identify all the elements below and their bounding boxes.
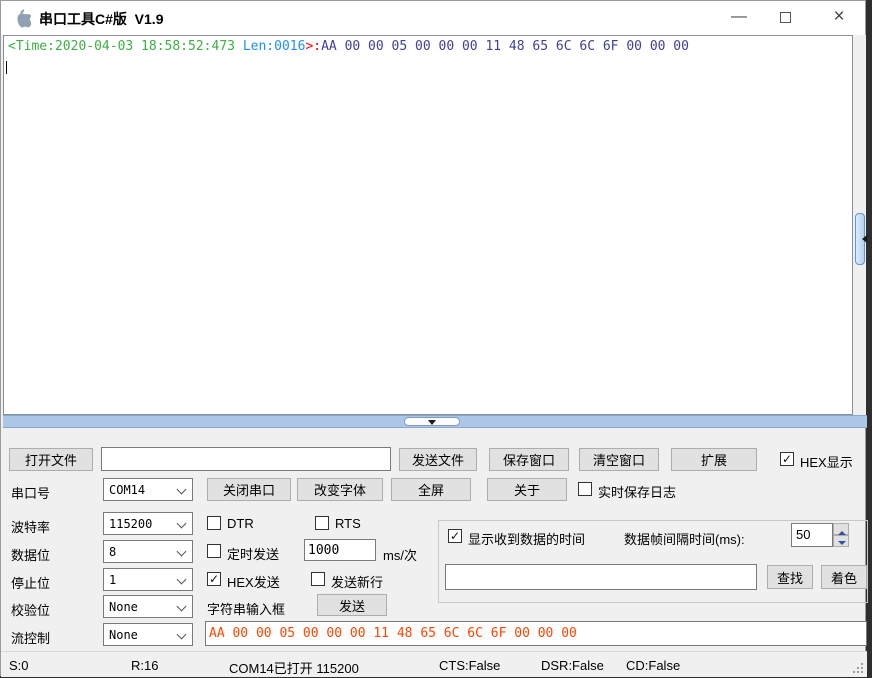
port-open-status: COM14已打开 115200: [229, 658, 359, 677]
about-button[interactable]: 关于: [487, 478, 567, 501]
spinner-down-button[interactable]: [833, 535, 849, 547]
chevron-down-icon: [177, 485, 187, 495]
baud-value: 115200: [109, 517, 152, 531]
rts-label: RTS: [335, 516, 361, 531]
find-button[interactable]: 查找: [767, 565, 813, 589]
close-icon: ×: [833, 6, 844, 28]
cts-status: CTS:False: [439, 658, 500, 673]
flow-label: 流控制: [11, 628, 50, 647]
flow-select[interactable]: None: [103, 623, 193, 646]
rts-checkbox[interactable]: [315, 516, 329, 530]
sent-count-status: S:0: [9, 658, 29, 673]
hex-display-checkbox[interactable]: ✓: [780, 452, 794, 466]
frame-interval-label: 数据帧间隔时间(ms):: [624, 529, 745, 548]
interval-unit-label: ms/次: [383, 545, 417, 564]
parity-value: None: [109, 600, 138, 614]
file-path-input[interactable]: [101, 447, 391, 471]
chevron-down-icon: [177, 547, 187, 557]
frame-interval-spinner: 50: [791, 523, 849, 547]
screenshot-stage: 串口工具C#版 V1.9 — × <Time:2020-04-03 18:58:…: [0, 0, 872, 678]
log-length: Len:0016: [243, 39, 306, 54]
send-newline-label: 发送新行: [331, 572, 383, 591]
send-button[interactable]: 发送: [317, 594, 387, 616]
log-timestamp: <Time:2020-04-03 18:58:52:473: [8, 39, 243, 54]
baud-select[interactable]: 115200: [103, 512, 193, 535]
flow-value: None: [109, 628, 138, 642]
spinner-up-button[interactable]: [833, 523, 849, 535]
port-label: 串口号: [11, 483, 50, 502]
maximize-button[interactable]: [763, 1, 807, 33]
fullscreen-button[interactable]: 全屏: [391, 478, 471, 501]
maximize-icon: [780, 12, 791, 23]
triangle-left-icon: [858, 235, 867, 243]
text-caret: [6, 61, 7, 74]
minimize-icon: —: [731, 8, 747, 26]
databits-label: 数据位: [11, 545, 50, 564]
hex-send-label: HEX发送: [227, 572, 280, 591]
send-file-button[interactable]: 发送文件: [399, 448, 477, 471]
receive-log[interactable]: <Time:2020-04-03 18:58:52:473 Len:0016>:…: [3, 35, 853, 415]
show-time-label: 显示收到数据的时间: [468, 529, 585, 548]
dsr-status: DSR:False: [541, 658, 604, 673]
chevron-down-icon: [177, 519, 187, 529]
stopbits-select[interactable]: 1: [103, 568, 193, 591]
chevron-down-icon: [177, 602, 187, 612]
search-input[interactable]: [445, 564, 757, 590]
chevron-down-icon: [177, 575, 187, 585]
title-bar: 串口工具C#版 V1.9 — ×: [1, 1, 865, 35]
clear-window-button[interactable]: 清空窗口: [579, 448, 659, 471]
port-value: COM14: [109, 483, 145, 497]
right-splitter[interactable]: [854, 35, 866, 415]
triangle-down-icon: [838, 541, 846, 549]
databits-value: 8: [109, 545, 116, 559]
parity-label: 校验位: [11, 600, 50, 619]
stopbits-value: 1: [109, 573, 116, 587]
open-file-button[interactable]: 打开文件: [9, 448, 93, 471]
change-font-button[interactable]: 改变字体: [297, 478, 383, 501]
hex-send-checkbox[interactable]: ✓: [207, 572, 221, 586]
parity-select[interactable]: None: [103, 595, 193, 618]
close-button[interactable]: ×: [817, 1, 861, 33]
minimize-button[interactable]: —: [717, 1, 761, 33]
databits-select[interactable]: 8: [103, 540, 193, 563]
interval-input[interactable]: [304, 539, 376, 561]
string-input-label: 字符串输入框: [207, 599, 285, 618]
log-separator: >:: [305, 39, 321, 54]
collapse-bottom-panel-button[interactable]: [404, 417, 460, 426]
chevron-down-icon: [177, 630, 187, 640]
triangle-up-icon: [838, 527, 846, 535]
send-newline-checkbox[interactable]: [311, 572, 325, 586]
dtr-label: DTR: [227, 516, 254, 531]
dtr-checkbox[interactable]: [207, 516, 221, 530]
log-hex-data: AA 00 00 05 00 00 00 11 48 65 6C 6C 6F 0…: [321, 39, 689, 54]
stopbits-label: 停止位: [11, 573, 50, 592]
baud-label: 波特率: [11, 517, 50, 536]
port-select[interactable]: COM14: [103, 478, 193, 501]
timed-send-checkbox[interactable]: [207, 544, 221, 558]
close-port-button[interactable]: 关闭串口: [207, 478, 291, 501]
collapse-right-panel-button[interactable]: [855, 213, 865, 265]
send-data-input[interactable]: [205, 621, 867, 646]
show-time-checkbox[interactable]: ✓: [448, 529, 462, 543]
apple-icon: [11, 8, 31, 28]
realtime-log-checkbox[interactable]: [578, 482, 592, 496]
bottom-splitter[interactable]: [3, 415, 867, 428]
expand-button[interactable]: 扩展: [671, 448, 757, 471]
colorize-button[interactable]: 着色: [821, 565, 867, 589]
app-window: 串口工具C#版 V1.9 — × <Time:2020-04-03 18:58:…: [0, 0, 866, 676]
timed-send-label: 定时发送: [227, 544, 279, 563]
resize-grip-icon[interactable]: [851, 661, 863, 673]
triangle-down-icon: [428, 420, 436, 429]
status-bar: S:0 R:16 COM14已打开 115200 CTS:False DSR:F…: [1, 651, 867, 677]
hex-display-label: HEX显示: [800, 452, 853, 471]
realtime-log-label: 实时保存日志: [598, 482, 676, 501]
cd-status: CD:False: [626, 658, 680, 673]
received-count-status: R:16: [131, 658, 158, 673]
save-window-button[interactable]: 保存窗口: [489, 448, 569, 471]
window-title: 串口工具C#版 V1.9: [39, 9, 163, 29]
frame-interval-value[interactable]: 50: [791, 523, 833, 547]
